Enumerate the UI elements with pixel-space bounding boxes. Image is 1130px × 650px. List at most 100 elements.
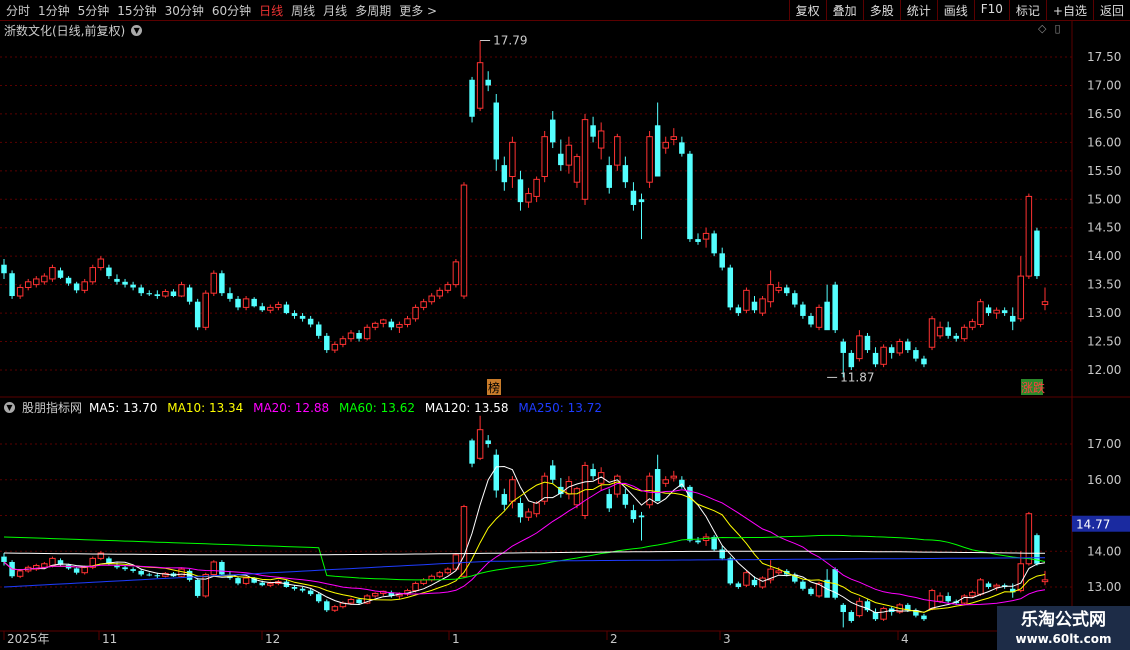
candle-body	[493, 102, 499, 160]
indicator-candle-body	[493, 454, 499, 491]
chevron-down-icon[interactable]: ▼	[4, 402, 15, 413]
candle-body	[993, 309, 1000, 314]
candle-body	[880, 346, 887, 365]
period-tab[interactable]: 更多 >	[395, 2, 441, 19]
candle-body	[905, 341, 911, 351]
tool-button[interactable]: 画线	[936, 0, 974, 20]
tool-button[interactable]: +自选	[1045, 0, 1093, 20]
indicator-candle-body	[501, 494, 508, 505]
period-tab[interactable]: 多周期	[351, 2, 395, 19]
candle-body	[590, 125, 596, 137]
kline-chart[interactable]: 17.50 17.00 16.50 16.00 15.50 15.00 14.50 14.00…	[0, 20, 1130, 650]
period-tab[interactable]: 日线	[255, 2, 287, 19]
tool-button[interactable]: 统计	[899, 0, 937, 20]
date-label: 2025年	[7, 632, 50, 646]
indicator-candle-body	[630, 510, 637, 520]
candle-body	[985, 307, 992, 314]
indicator-candle-body	[371, 592, 379, 597]
candle-body	[106, 267, 112, 277]
candle-body	[186, 287, 193, 302]
indicator-candle-body	[977, 579, 984, 595]
indicator-candle-body	[202, 573, 209, 597]
indicator-candle-body	[476, 429, 484, 459]
indicator-candle-body	[219, 561, 225, 575]
candle-body	[24, 281, 32, 288]
indicator-candle-body	[800, 581, 806, 589]
candle-body	[275, 304, 282, 308]
period-tab[interactable]: 1分钟	[34, 2, 74, 19]
period-tab[interactable]: 15分钟	[113, 2, 160, 19]
indicator-candle-body	[936, 595, 944, 602]
period-tabs: 分时 1分钟 5分钟 15分钟 30分钟 60分钟 日线 周线 月线 多周期 更多 >	[2, 2, 441, 19]
indicator-candle-body	[194, 579, 201, 596]
indicator-candle-body	[969, 591, 976, 597]
candle-body	[1017, 275, 1025, 320]
watermark: 乐淘公式网 www.60lt.com	[997, 606, 1130, 650]
candle-body	[759, 298, 766, 314]
date-label: 4	[901, 632, 909, 646]
price-tick: 14.00	[1087, 249, 1121, 263]
indicator-candle-body	[808, 588, 814, 595]
date-label: 1	[452, 632, 460, 646]
candle-body	[832, 284, 838, 331]
candle-body	[259, 306, 265, 311]
diamond-icon[interactable]: ◇	[1038, 22, 1046, 35]
candle-body	[767, 284, 774, 303]
candle-body	[114, 278, 120, 282]
period-tab[interactable]: 周线	[287, 2, 319, 19]
indicator-candle-body	[880, 607, 887, 620]
tool-button[interactable]: 返回	[1092, 0, 1130, 20]
period-tab[interactable]: 60分钟	[208, 2, 255, 19]
indicator-candle-body	[517, 502, 524, 518]
indicator-candle-body	[759, 577, 766, 588]
period-tab[interactable]: 月线	[319, 2, 351, 19]
indicator-name[interactable]: 股朋指标网	[22, 399, 82, 416]
candle-body	[299, 315, 306, 319]
candle-body	[977, 301, 984, 325]
date-label: 11	[102, 632, 117, 646]
candle-body	[848, 352, 855, 368]
candle-body	[324, 335, 330, 351]
square-icon[interactable]: ▯	[1054, 22, 1060, 35]
candle-body	[928, 318, 936, 348]
tool-button[interactable]: 复权	[788, 0, 826, 20]
indicator-candle-body	[331, 606, 339, 611]
candle-body	[162, 290, 169, 297]
candle-body	[573, 156, 581, 183]
candle-body	[913, 350, 919, 359]
indicator-candle-body	[444, 568, 452, 574]
tool-button[interactable]: 多股	[862, 0, 900, 20]
tool-button[interactable]: 标记	[1008, 0, 1046, 20]
candle-body	[428, 295, 435, 303]
chevron-down-icon[interactable]: ▼	[131, 25, 143, 36]
indicator-candle-body	[154, 575, 161, 577]
price-tick: 17.00	[1087, 437, 1121, 451]
tool-buttons: 复权 叠加 多股 统计 画线 F10 标记 +自选 返回	[788, 0, 1130, 20]
period-tab[interactable]: 30分钟	[161, 2, 208, 19]
indicator-candle-body	[315, 594, 322, 602]
indicator-candle-body	[259, 582, 265, 586]
price-tick: 17.50	[1087, 50, 1121, 64]
period-tab[interactable]: 分时	[2, 2, 34, 19]
candle-body	[178, 284, 185, 297]
candle-body	[695, 239, 701, 242]
candle-body	[291, 313, 298, 316]
tool-button[interactable]: 叠加	[825, 0, 863, 20]
candle-body	[896, 341, 903, 354]
tool-button[interactable]: F10	[973, 0, 1009, 20]
candle-body	[420, 301, 427, 308]
period-tab[interactable]: 5分钟	[74, 2, 114, 19]
candle-body	[679, 142, 685, 154]
candle-body	[670, 136, 678, 141]
candle-body	[283, 304, 290, 314]
ma-value: MA5: 13.70	[89, 400, 162, 415]
candle-body	[227, 293, 233, 299]
candle-body	[654, 125, 661, 177]
price-tick: 12.50	[1087, 335, 1121, 349]
candle-body	[501, 165, 508, 183]
ma-value: MA20: 12.88	[253, 400, 333, 415]
price-tick: 15.50	[1087, 164, 1121, 178]
ma120-line	[3, 550, 1046, 556]
candle-body	[396, 323, 403, 328]
candle-body	[267, 306, 274, 311]
